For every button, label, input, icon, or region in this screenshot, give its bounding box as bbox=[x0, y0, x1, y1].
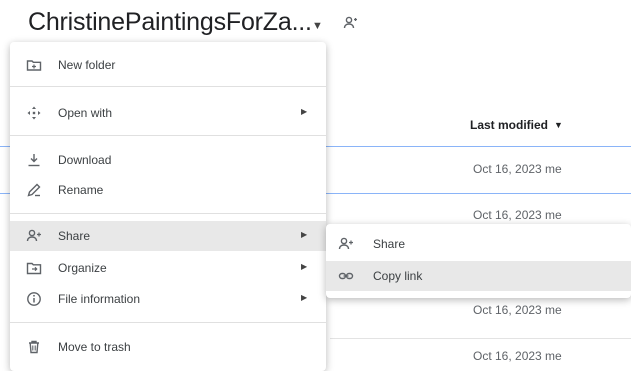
menu-item-label: Share bbox=[58, 229, 91, 243]
download-icon bbox=[26, 152, 42, 168]
menu-item-label: Organize bbox=[58, 261, 107, 275]
menu-divider bbox=[10, 322, 326, 323]
open-with-icon bbox=[26, 105, 42, 121]
row-modified-date: Oct 16, 2023 me bbox=[473, 162, 562, 176]
row-divider bbox=[330, 338, 631, 339]
menu-divider bbox=[10, 135, 326, 136]
menu-divider bbox=[10, 213, 326, 214]
menu-item-organize[interactable]: Organize ▶ bbox=[10, 253, 326, 283]
share-icon bbox=[338, 236, 354, 252]
organize-icon bbox=[26, 260, 42, 276]
row-modified-date: Oct 16, 2023 me bbox=[473, 208, 562, 222]
menu-item-label: Move to trash bbox=[58, 340, 131, 354]
menu-item-file-information[interactable]: File information ▶ bbox=[10, 284, 326, 314]
share-icon bbox=[26, 228, 42, 244]
link-icon bbox=[338, 268, 354, 284]
menu-item-share[interactable]: Share ▶ bbox=[10, 221, 326, 251]
submenu-item-share[interactable]: Share bbox=[326, 229, 631, 259]
chevron-right-icon: ▶ bbox=[301, 230, 308, 239]
menu-item-rename[interactable]: Rename bbox=[10, 175, 326, 205]
menu-item-label: New folder bbox=[58, 58, 116, 72]
sort-caret-icon: ▼ bbox=[554, 120, 563, 130]
trash-icon bbox=[26, 339, 42, 355]
menu-divider bbox=[10, 86, 326, 87]
menu-item-new-folder[interactable]: New folder bbox=[10, 50, 326, 80]
submenu-item-label: Share bbox=[373, 237, 406, 251]
menu-item-download[interactable]: Download bbox=[10, 145, 326, 175]
chevron-right-icon: ▶ bbox=[301, 293, 308, 302]
info-icon bbox=[26, 291, 42, 307]
submenu-item-label: Copy link bbox=[373, 269, 423, 283]
menu-item-open-with[interactable]: Open with ▶ bbox=[10, 98, 326, 128]
row-modified-date: Oct 16, 2023 me bbox=[473, 303, 562, 317]
menu-item-label: Rename bbox=[58, 183, 104, 197]
new-folder-icon bbox=[26, 57, 42, 73]
menu-item-label: Open with bbox=[58, 106, 113, 120]
last-modified-label: Last modified bbox=[470, 118, 549, 132]
menu-item-label: Download bbox=[58, 153, 112, 167]
submenu-item-copy-link[interactable]: Copy link bbox=[326, 261, 631, 291]
chevron-right-icon: ▶ bbox=[301, 262, 308, 271]
chevron-right-icon: ▶ bbox=[301, 107, 308, 116]
row-modified-date: Oct 16, 2023 me bbox=[473, 349, 562, 363]
context-menu: New folder Open with ▶ Download Rename S… bbox=[10, 42, 326, 371]
share-submenu: Share Copy link bbox=[326, 224, 631, 298]
menu-item-move-to-trash[interactable]: Move to trash bbox=[10, 332, 326, 362]
last-modified-column-header[interactable]: Last modified ▼ bbox=[470, 118, 563, 132]
rename-icon bbox=[26, 182, 42, 198]
menu-item-label: File information bbox=[58, 292, 141, 306]
